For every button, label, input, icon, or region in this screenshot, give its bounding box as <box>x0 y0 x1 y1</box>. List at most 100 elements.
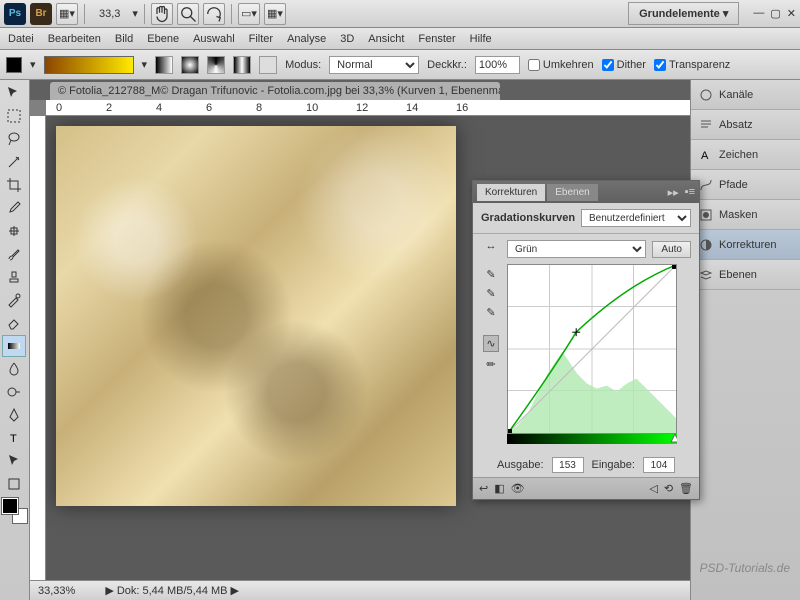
reverse-checkbox[interactable]: Umkehren <box>528 59 594 71</box>
menu-bearbeiten[interactable]: Bearbeiten <box>48 33 101 45</box>
hand-tool-button[interactable] <box>151 3 173 25</box>
trash-icon[interactable]: 🗑 <box>679 482 693 495</box>
menu-bar: Datei Bearbeiten Bild Ebene Auswahl Filt… <box>0 28 800 50</box>
menu-bild[interactable]: Bild <box>115 33 133 45</box>
dither-checkbox[interactable]: Dither <box>602 59 646 71</box>
panel-pfade[interactable]: Pfade <box>691 170 800 200</box>
curves-tab-ebenen[interactable]: Ebenen <box>547 184 597 201</box>
auto-button[interactable]: Auto <box>652 241 691 258</box>
maximize-icon[interactable]: ▢ <box>770 7 780 20</box>
bridge-icon[interactable]: Br <box>30 3 52 25</box>
status-zoom[interactable]: 33,33% <box>38 585 75 597</box>
color-swatches[interactable] <box>2 498 28 524</box>
horizontal-ruler: 0246810121416 <box>46 100 690 116</box>
prev-state-icon[interactable]: ◁ <box>649 482 657 495</box>
curves-graph[interactable] <box>507 264 677 434</box>
svg-text:A: A <box>701 150 709 162</box>
opacity-input[interactable] <box>475 56 520 74</box>
close-icon[interactable]: ✕ <box>787 7 796 20</box>
visibility-icon[interactable]: 👁 <box>511 482 525 495</box>
linear-gradient-icon[interactable] <box>155 56 173 74</box>
document-tabbar: © Fotolia_212788_M© Dragan Trifunovic - … <box>30 80 690 100</box>
zoom-level[interactable]: 33,3 <box>91 8 128 20</box>
layout-menu-button[interactable]: ▦▾ <box>56 3 78 25</box>
workspace-switcher[interactable]: Grundelemente ▾ <box>628 2 739 25</box>
radial-gradient-icon[interactable] <box>181 56 199 74</box>
output-label: Ausgabe: <box>497 459 543 471</box>
gradient-tool-icon[interactable] <box>6 57 22 73</box>
rotate-view-button[interactable] <box>203 3 225 25</box>
options-bar: ▾ ▾ Modus: Normal Deckkr.: Umkehren Dith… <box>0 50 800 80</box>
photoshop-icon[interactable]: Ps <box>4 3 26 25</box>
panel-ebenen[interactable]: Ebenen <box>691 260 800 290</box>
curves-title: Gradationskurven <box>481 212 575 224</box>
curves-tab-korrekturen[interactable]: Korrekturen <box>477 184 545 201</box>
healing-tool[interactable] <box>2 220 26 242</box>
curves-panel: Korrekturen Ebenen ▸▸ ▪≡ Gradationskurve… <box>472 180 700 500</box>
modus-label: Modus: <box>285 59 321 71</box>
output-input[interactable] <box>552 457 584 473</box>
eyedropper-black-icon[interactable]: ✎ <box>486 268 495 281</box>
panel-collapse-icon[interactable]: ▸▸ <box>668 186 679 199</box>
blend-mode-select[interactable]: Normal <box>329 56 419 74</box>
screen-mode-button[interactable]: ▭▾ <box>238 3 260 25</box>
menu-hilfe[interactable]: Hilfe <box>470 33 492 45</box>
move-tool[interactable] <box>2 82 26 104</box>
minimize-icon[interactable]: — <box>753 7 764 20</box>
window-controls: — ▢ ✕ <box>753 7 796 20</box>
zoom-tool-button[interactable] <box>177 3 199 25</box>
panel-kanaele[interactable]: Kanäle <box>691 80 800 110</box>
channel-select[interactable]: Grün <box>507 240 646 258</box>
eyedropper-tool[interactable] <box>2 197 26 219</box>
wand-tool[interactable] <box>2 151 26 173</box>
menu-fenster[interactable]: Fenster <box>418 33 455 45</box>
menu-datei[interactable]: Datei <box>8 33 34 45</box>
angle-gradient-icon[interactable] <box>207 56 225 74</box>
blur-tool[interactable] <box>2 358 26 380</box>
arrange-docs-button[interactable]: ▦▾ <box>264 3 286 25</box>
shape-tool[interactable] <box>2 473 26 495</box>
panel-zeichen[interactable]: AZeichen <box>691 140 800 170</box>
brush-tool[interactable] <box>2 243 26 265</box>
lasso-tool[interactable] <box>2 128 26 150</box>
menu-analyse[interactable]: Analyse <box>287 33 326 45</box>
transparency-checkbox[interactable]: Transparenz <box>654 59 730 71</box>
status-doc-size[interactable]: ▶ Dok: 5,44 MB/5,44 MB ▶ <box>105 584 239 597</box>
gradient-tool[interactable] <box>2 335 26 357</box>
reflected-gradient-icon[interactable] <box>233 56 251 74</box>
panel-menu-icon[interactable]: ▪≡ <box>685 186 695 198</box>
eyedropper-white-icon[interactable]: ✎ <box>486 306 495 319</box>
stamp-tool[interactable] <box>2 266 26 288</box>
reset-icon[interactable]: ⟲ <box>664 482 673 495</box>
return-arrow-icon[interactable]: ↩ <box>479 482 488 495</box>
history-brush-tool[interactable] <box>2 289 26 311</box>
menu-auswahl[interactable]: Auswahl <box>193 33 235 45</box>
menu-filter[interactable]: Filter <box>249 33 273 45</box>
pen-tool[interactable] <box>2 404 26 426</box>
target-adjust-icon[interactable]: ↔ <box>486 240 497 252</box>
right-panels: Kanäle Absatz AZeichen Pfade Masken Korr… <box>690 80 800 600</box>
type-tool[interactable]: T <box>2 427 26 449</box>
document-tab[interactable]: © Fotolia_212788_M© Dragan Trifunovic - … <box>50 82 500 100</box>
eyedropper-gray-icon[interactable]: ✎ <box>486 287 495 300</box>
clip-layer-icon[interactable]: ◧ <box>494 482 504 495</box>
opacity-label: Deckkr.: <box>427 59 467 71</box>
diamond-gradient-icon[interactable] <box>259 56 277 74</box>
svg-text:T: T <box>10 433 17 445</box>
panel-masken[interactable]: Masken <box>691 200 800 230</box>
panel-korrekturen[interactable]: Korrekturen <box>691 230 800 260</box>
input-input[interactable] <box>643 457 675 473</box>
dodge-tool[interactable] <box>2 381 26 403</box>
marquee-tool[interactable] <box>2 105 26 127</box>
crop-tool[interactable] <box>2 174 26 196</box>
menu-ansicht[interactable]: Ansicht <box>368 33 404 45</box>
menu-ebene[interactable]: Ebene <box>147 33 179 45</box>
curves-preset-select[interactable]: Benutzerdefiniert <box>581 209 691 227</box>
gradient-preview[interactable] <box>44 56 134 74</box>
curve-pencil-icon[interactable]: ✏ <box>486 358 495 371</box>
panel-absatz[interactable]: Absatz <box>691 110 800 140</box>
eraser-tool[interactable] <box>2 312 26 334</box>
path-select-tool[interactable] <box>2 450 26 472</box>
curve-smooth-icon[interactable]: ∿ <box>483 335 498 352</box>
menu-3d[interactable]: 3D <box>340 33 354 45</box>
